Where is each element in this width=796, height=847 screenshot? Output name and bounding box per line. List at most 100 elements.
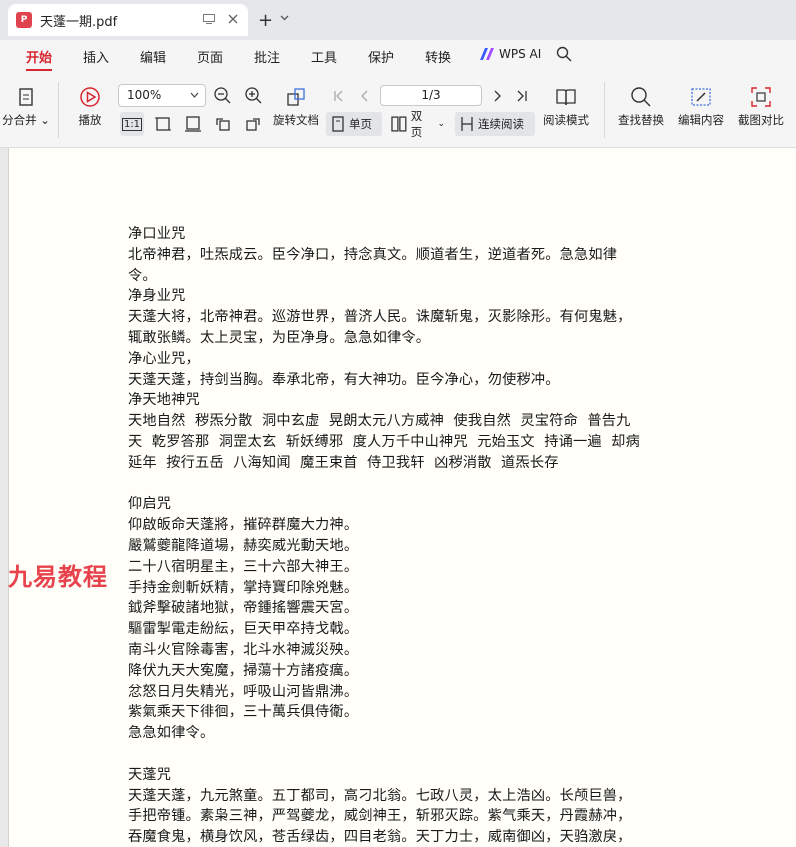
find-replace-label: 查找替换 (618, 113, 664, 127)
continuous-reading-icon (461, 117, 473, 131)
menu-start[interactable]: 开始 (26, 47, 52, 66)
menu-insert[interactable]: 插入 (83, 47, 109, 66)
rotate-document-icon (287, 88, 305, 106)
find-replace-button[interactable]: 查找替换 (614, 86, 668, 128)
menu-wps-ai[interactable]: WPS AI (480, 47, 541, 61)
close-tab-icon[interactable] (226, 12, 240, 26)
title-bar: P 天蓬一期.pdf + (0, 0, 796, 40)
wps-ai-icon (480, 48, 494, 60)
text-line: 天蓬天蓬，九元煞童。五丁都司，高刁北翁。七政八灵，太上浩凶。长颅巨兽， (128, 787, 632, 804)
first-page-icon[interactable] (330, 87, 348, 105)
menu-tools[interactable]: 工具 (311, 47, 337, 66)
separator (604, 82, 605, 138)
text-line: 驅雷掣電走紛紜，巨天甲卒持戈戟。 (128, 621, 359, 638)
actual-size-icon: 1:1 (121, 117, 143, 131)
text-line: 天蓬天蓬，持剑当胸。奉承北帝，有大神功。臣今净心，勿使秽冲。 (128, 371, 560, 388)
text-line: 仰啟皈命天蓬將，摧碎群魔大力神。 (128, 517, 359, 534)
text-line: 净心业咒， (128, 350, 200, 367)
edit-content-button[interactable]: 编辑内容 (674, 86, 728, 128)
text-line: 手持金劍斬妖精，掌持寶印除兇魅。 (128, 579, 359, 596)
page-number-input[interactable]: 1/3 (380, 85, 482, 106)
text-line: 天 乾罗答那 洞罡太玄 斩妖缚邪 度人万千中山神咒 元始玉文 持诵一遍 却病 (128, 433, 640, 450)
text-line: 天蓬咒 (128, 766, 172, 783)
text-line: 南斗火官除毒害，北斗水神滅災殃。 (128, 641, 359, 658)
text-line: 延年 按行五岳 八海知闻 魔王束首 侍卫我轩 凶秽消散 道炁长存 (128, 454, 559, 471)
fit-width-icon[interactable] (184, 115, 202, 133)
fit-page-icon[interactable] (154, 115, 172, 133)
search-icon[interactable] (556, 46, 572, 66)
document-tab[interactable]: P 天蓬一期.pdf (8, 4, 248, 36)
document-viewport[interactable]: 净口业咒 北帝神君，吐炁成云。臣今净口，持念真文。顺道者生，逆道者死。急急如律 令。… (0, 148, 796, 847)
last-page-icon[interactable] (513, 87, 531, 105)
split-merge-icon (19, 88, 33, 106)
toolbar: 分合并 ⌄ 播放 100% 1:1 旋转文档 单页 双页 ⌄ 连续阅读 1/3 (0, 74, 796, 148)
double-page-label: 双页 (410, 109, 423, 139)
book-icon (556, 89, 576, 106)
page-text: 净口业咒 北帝神君，吐炁成云。臣今净口，持念真文。顺道者生，逆道者死。急急如律 令。… (128, 224, 688, 847)
screenshot-compare-label: 截图对比 (738, 113, 784, 127)
continuous-reading-label: 连续阅读 (478, 117, 524, 131)
text-line: 天地自然 秽炁分散 洞中玄虚 晃朗太元八方威神 使我自然 灵宝符命 普告九 (128, 413, 631, 430)
single-page-label: 单页 (349, 117, 372, 131)
edit-content-icon (691, 88, 711, 106)
play-button[interactable]: 播放 (70, 86, 110, 128)
single-page-icon (332, 116, 344, 132)
screenshot-compare-icon (751, 87, 771, 107)
text-line: 二十八宿明星主，三十六部大神王。 (128, 558, 359, 575)
double-page-icon (391, 116, 407, 132)
text-line: 嚴鷲夔龍降道場，赫奕威光動天地。 (128, 537, 359, 554)
text-line: 净身业咒 (128, 288, 186, 305)
zoom-out-icon[interactable] (213, 86, 231, 104)
edit-content-label: 编辑内容 (678, 113, 724, 127)
text-line: 忿怒日月失精光，呼吸山河皆鼎沸。 (128, 683, 359, 700)
split-merge-button[interactable]: 分合并 ⌄ (0, 86, 52, 128)
menu-edit[interactable]: 编辑 (140, 47, 166, 66)
play-icon (80, 87, 100, 107)
previous-page-icon[interactable] (356, 87, 374, 105)
window-mode-icon[interactable] (202, 12, 216, 26)
menu-convert[interactable]: 转换 (425, 47, 451, 66)
text-line: 仰启咒 (128, 496, 172, 513)
chevron-down-icon: ⌄ (437, 119, 445, 129)
text-line: 吞魔食鬼，横身饮风，苍舌绿齿，四目老翁。天丁力士，威南御凶，天驺激戾， (128, 829, 632, 846)
next-page-icon[interactable] (488, 87, 506, 105)
rotate-left-icon[interactable] (214, 115, 232, 133)
text-line: 令。 (128, 267, 157, 284)
play-label: 播放 (78, 113, 102, 127)
search-icon (631, 87, 651, 107)
text-line: 降伏九天大寃魔，掃蕩十方諸疫癘。 (128, 662, 359, 679)
menu-protect[interactable]: 保护 (368, 47, 394, 66)
reading-mode-label: 阅读模式 (543, 113, 589, 127)
wps-ai-label: WPS AI (499, 47, 542, 61)
pdf-page: 净口业咒 北帝神君，吐炁成云。臣今净口，持念真文。顺道者生，逆道者死。急急如律 令。… (8, 148, 796, 847)
watermark-logo: 九易教程 (8, 563, 108, 591)
ribbon-menu: 开始 插入 编辑 页面 批注 工具 保护 转换 WPS AI (0, 40, 796, 74)
actual-size-button[interactable]: 1:1 (120, 112, 144, 136)
zoom-select[interactable]: 100% (118, 84, 206, 107)
new-tab-button[interactable]: + (258, 10, 273, 31)
text-line: 急急如律令。 (128, 725, 215, 742)
text-line: 北帝神君，吐炁成云。臣今净口，持念真文。顺道者生，逆道者死。急急如律 (128, 246, 618, 263)
rotate-right-icon[interactable] (244, 115, 262, 133)
text-line: 天蓬大将，北帝神君。巡游世界，普济人民。诛魔斩鬼，灭影除形。有何鬼魅， (128, 309, 632, 326)
text-line: 净天地神咒 (128, 392, 200, 409)
screenshot-compare-button[interactable]: 截图对比 (734, 86, 788, 128)
zoom-in-icon[interactable] (244, 86, 262, 104)
pdf-file-icon: P (16, 12, 32, 28)
continuous-reading-button[interactable]: 连续阅读 (455, 112, 535, 136)
text-line: 鉞斧擊破諸地獄，帝鍾搖響震天宮。 (128, 600, 359, 617)
text-line: 辄敢张鳞。太上灵宝，为臣净身。急急如律令。 (128, 329, 431, 346)
zoom-value: 100% (127, 88, 162, 102)
tab-title: 天蓬一期.pdf (40, 14, 118, 30)
split-merge-label: 分合并 ⌄ (2, 113, 50, 127)
active-menu-indicator (26, 69, 52, 71)
chevron-down-icon[interactable] (280, 14, 289, 24)
double-page-button[interactable]: 双页 ⌄ (386, 109, 450, 139)
single-page-button[interactable]: 单页 (326, 112, 382, 136)
menu-annotate[interactable]: 批注 (254, 47, 280, 66)
chevron-down-icon (190, 85, 199, 115)
menu-page[interactable]: 页面 (197, 47, 223, 66)
reading-mode-button[interactable]: 阅读模式 (538, 86, 594, 128)
rotate-document-button[interactable]: 旋转文档 (270, 86, 322, 128)
